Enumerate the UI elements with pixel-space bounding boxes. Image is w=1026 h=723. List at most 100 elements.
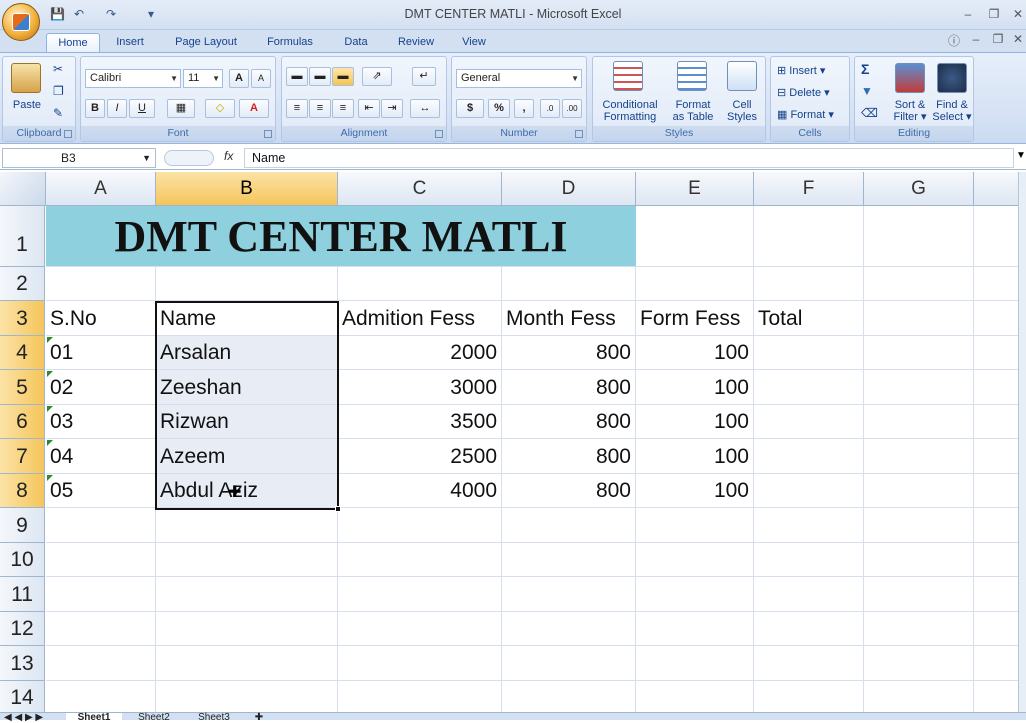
cell-e7[interactable]: 100	[636, 439, 754, 474]
cell-b4[interactable]: Arsalan	[156, 336, 338, 370]
clipboard-launcher-icon[interactable]	[64, 130, 72, 138]
cell-e3[interactable]: Form Fess	[636, 301, 754, 336]
align-bottom-icon[interactable]: ▬	[332, 67, 354, 86]
row-header-3[interactable]: 3	[0, 301, 45, 336]
column-header-d[interactable]: D	[502, 172, 636, 206]
ribbon-minimize-icon[interactable]: –	[968, 32, 984, 46]
row-header-6[interactable]: 6	[0, 405, 45, 439]
format-cells-button[interactable]: ▦ Format ▾	[777, 109, 847, 121]
tab-review[interactable]: Review	[388, 33, 444, 52]
conditional-formatting-icon[interactable]	[613, 61, 643, 91]
cell-e8[interactable]: 100	[636, 474, 754, 508]
number-format-select[interactable]: General ▼	[456, 69, 582, 88]
tab-data[interactable]: Data	[334, 33, 378, 52]
cell-b8[interactable]: Abdul Aziz	[156, 474, 338, 508]
shrink-font-button[interactable]: A	[251, 69, 271, 88]
tab-view[interactable]: View	[452, 33, 496, 52]
align-left-icon[interactable]: ≡	[286, 99, 308, 118]
column-header-e[interactable]: E	[636, 172, 754, 206]
find-select-button[interactable]: Find & Select ▾	[931, 99, 973, 123]
bold-button[interactable]: B	[85, 99, 105, 118]
formula-input[interactable]: Name	[244, 148, 1014, 168]
borders-icon[interactable]: ▦	[167, 99, 195, 118]
cell-styles-button[interactable]: Cell Styles	[721, 99, 763, 123]
comma-button[interactable]: ,	[514, 99, 534, 118]
column-header-c[interactable]: C	[338, 172, 502, 206]
cell-e5[interactable]: 100	[636, 370, 754, 405]
row-header-10[interactable]: 10	[0, 543, 45, 577]
row-header-9[interactable]: 9	[0, 508, 45, 543]
cell-d4[interactable]: 800	[502, 336, 636, 370]
worksheet-grid[interactable]: A B C D E F G 1 2 3 4 5 6 7 8 9 10 11 12…	[0, 172, 1018, 712]
increase-indent-icon[interactable]: ⇥	[381, 99, 403, 118]
copy-icon[interactable]: ❐	[53, 85, 64, 97]
wrap-text-icon[interactable]: ↵	[412, 67, 436, 86]
close-icon[interactable]: ✕	[1010, 7, 1026, 21]
cell-c8[interactable]: 4000	[338, 474, 502, 508]
autosum-icon[interactable]: Σ	[861, 62, 869, 76]
tab-page-layout[interactable]: Page Layout	[165, 33, 247, 52]
cell-b3[interactable]: Name	[156, 301, 338, 336]
paste-icon[interactable]	[11, 63, 41, 93]
cell-d6[interactable]: 800	[502, 405, 636, 439]
column-header-h[interactable]	[974, 172, 1018, 206]
cell-b6[interactable]: Rizwan	[156, 405, 338, 439]
font-launcher-icon[interactable]	[264, 130, 272, 138]
row-header-5[interactable]: 5	[0, 370, 45, 405]
fill-icon[interactable]: ▼	[861, 85, 873, 97]
cell-a4[interactable]: 01	[46, 336, 156, 370]
align-right-icon[interactable]: ≡	[332, 99, 354, 118]
ribbon-close-icon[interactable]: ✕	[1010, 32, 1026, 46]
column-header-f[interactable]: F	[754, 172, 864, 206]
font-name-select[interactable]: Calibri ▼	[85, 69, 181, 88]
cell-f3[interactable]: Total	[754, 301, 864, 336]
cell-e6[interactable]: 100	[636, 405, 754, 439]
cell-d5[interactable]: 800	[502, 370, 636, 405]
format-painter-icon[interactable]: ✎	[53, 107, 63, 119]
vertical-scrollbar[interactable]	[1018, 172, 1026, 712]
font-size-select[interactable]: 11 ▼	[183, 69, 223, 88]
decrease-indent-icon[interactable]: ⇤	[358, 99, 380, 118]
help-icon[interactable]: ⓘ	[946, 32, 962, 49]
orientation-icon[interactable]: ⇗	[362, 67, 392, 86]
cell-a6[interactable]: 03	[46, 405, 156, 439]
decrease-decimal-icon[interactable]: .00	[562, 99, 582, 118]
cell-c7[interactable]: 2500	[338, 439, 502, 474]
row-header-2[interactable]: 2	[0, 267, 45, 301]
binoculars-icon[interactable]	[937, 63, 967, 93]
cell-d7[interactable]: 800	[502, 439, 636, 474]
insert-function-icon[interactable]: fx	[224, 149, 233, 163]
sort-filter-button[interactable]: Sort & Filter ▾	[889, 99, 931, 123]
percent-button[interactable]: %	[488, 99, 510, 118]
cell-a7[interactable]: 04	[46, 439, 156, 474]
cell-a8[interactable]: 05	[46, 474, 156, 508]
tab-formulas[interactable]: Formulas	[258, 33, 322, 52]
cell-c5[interactable]: 3000	[338, 370, 502, 405]
fill-color-icon[interactable]: ◇	[205, 99, 235, 118]
number-launcher-icon[interactable]	[575, 130, 583, 138]
sheet-title-cell[interactable]: DMT CENTER MATLI	[46, 206, 636, 267]
row-header-13[interactable]: 13	[0, 646, 45, 681]
row-header-1[interactable]: 1	[0, 206, 45, 267]
increase-decimal-icon[interactable]: .0	[540, 99, 560, 118]
row-header-12[interactable]: 12	[0, 612, 45, 646]
underline-button[interactable]: U	[129, 99, 155, 118]
conditional-formatting-button[interactable]: Conditional Formatting	[595, 99, 665, 123]
cell-c3[interactable]: Admition Fess	[338, 301, 502, 336]
align-middle-icon[interactable]: ▬	[309, 67, 331, 86]
cell-d8[interactable]: 800	[502, 474, 636, 508]
italic-button[interactable]: I	[107, 99, 127, 118]
minimize-icon[interactable]: –	[960, 7, 976, 21]
row-header-14[interactable]: 14	[0, 681, 45, 712]
cell-styles-icon[interactable]	[727, 61, 757, 91]
cell-c4[interactable]: 2000	[338, 336, 502, 370]
column-header-g[interactable]: G	[864, 172, 974, 206]
paste-button[interactable]: Paste	[7, 99, 47, 111]
select-all-button[interactable]	[0, 172, 46, 206]
cut-icon[interactable]: ✂	[53, 63, 63, 75]
expand-formula-icon[interactable]: ▼	[1016, 150, 1026, 161]
row-header-8[interactable]: 8	[0, 474, 45, 508]
grow-font-button[interactable]: A	[229, 69, 249, 88]
cell-c6[interactable]: 3500	[338, 405, 502, 439]
cell-d3[interactable]: Month Fess	[502, 301, 636, 336]
